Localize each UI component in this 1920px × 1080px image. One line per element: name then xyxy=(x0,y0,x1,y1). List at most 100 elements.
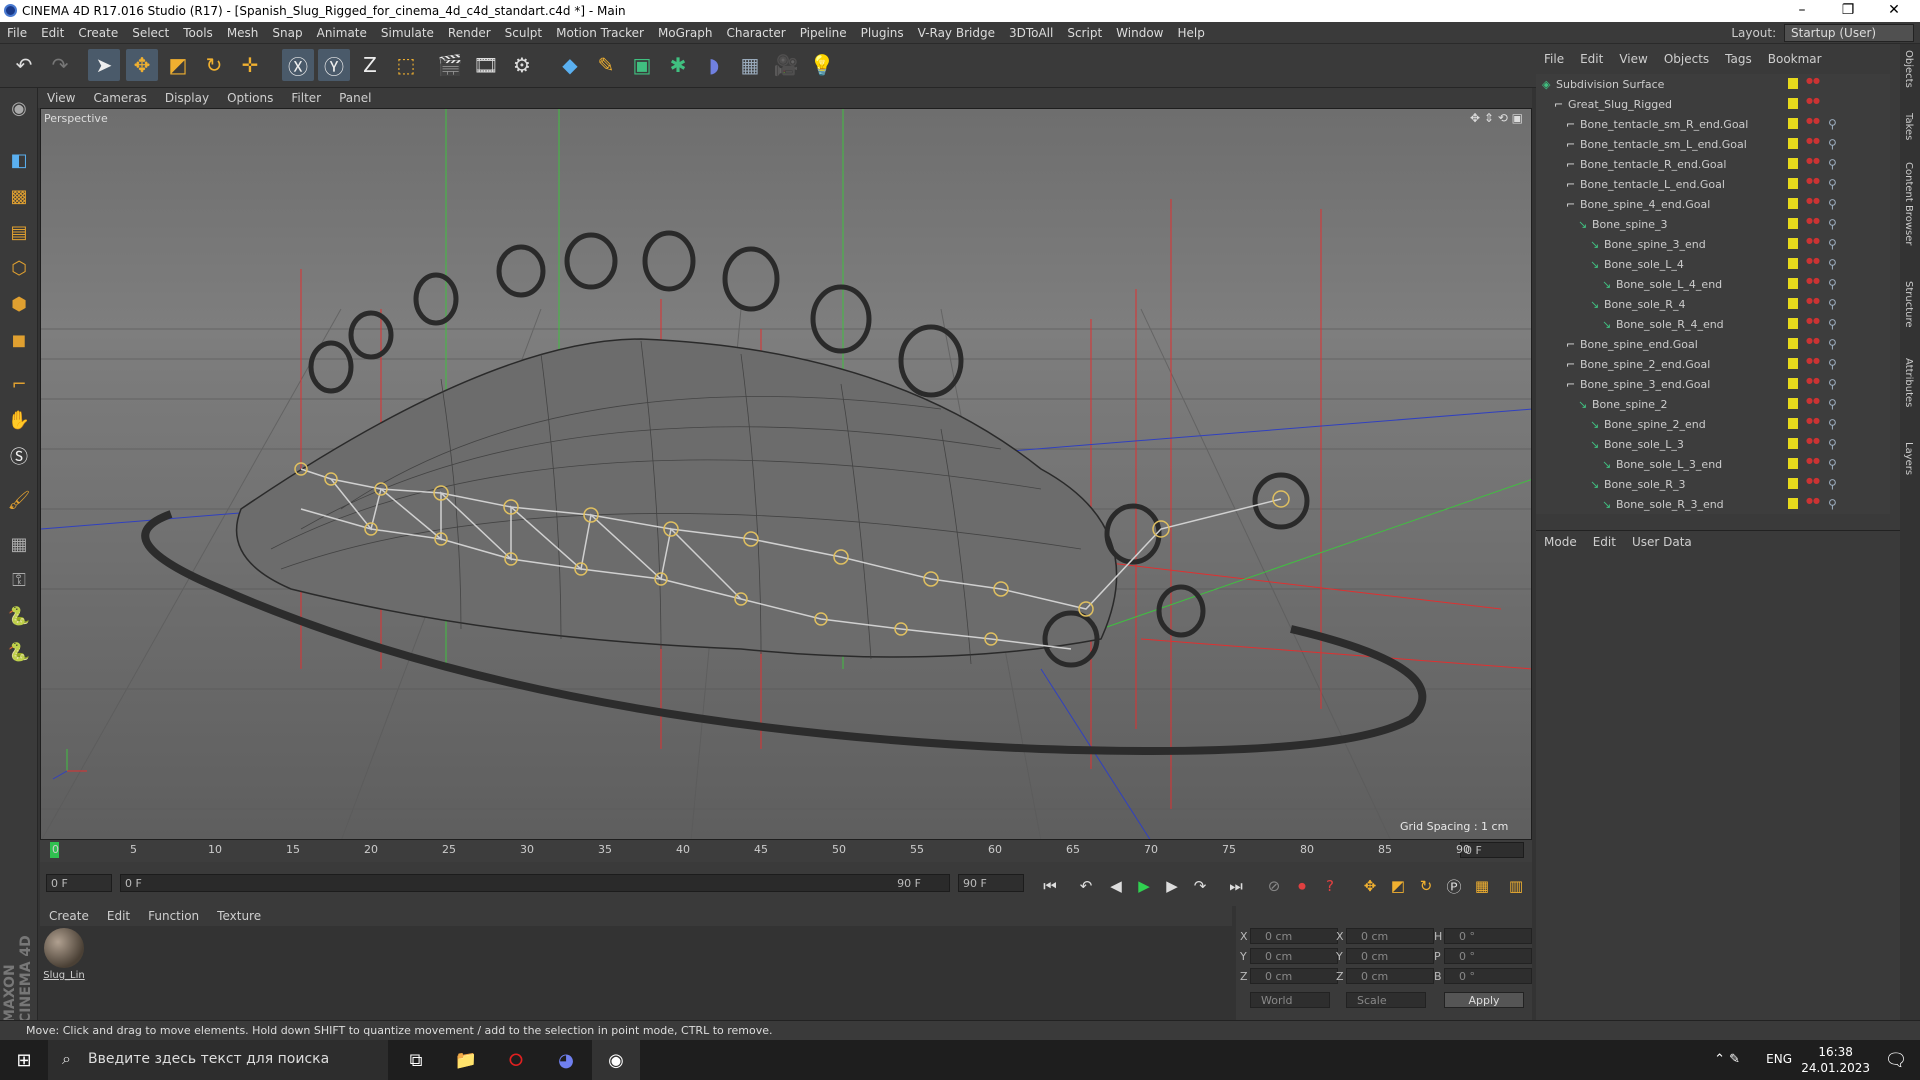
next-key-icon[interactable]: ↷ xyxy=(1188,874,1212,898)
render-settings-icon[interactable]: ⚙ xyxy=(506,49,538,81)
ik-tag-icon[interactable]: ⚲ xyxy=(1828,217,1837,231)
move-tool-icon[interactable]: ✥ xyxy=(126,49,158,81)
ik-tag-icon[interactable]: ⚲ xyxy=(1828,397,1837,411)
object-row[interactable]: ↘ Bone_sole_L_3_end ●● ⚲ xyxy=(1536,454,1890,474)
opera-icon[interactable]: ⭘ xyxy=(492,1040,540,1080)
previous-key-icon[interactable]: ↶ xyxy=(1074,874,1098,898)
object-row[interactable]: ↘ Bone_sole_L_4 ●● ⚲ xyxy=(1536,254,1890,274)
object-row[interactable]: ↘ Bone_sole_R_4 ●● ⚲ xyxy=(1536,294,1890,314)
visibility-dots-icon[interactable]: ●● xyxy=(1806,437,1820,451)
object-row[interactable]: ⌐ Bone_tentacle_L_end.Goal ●● ⚲ xyxy=(1536,174,1890,194)
object-row[interactable]: ↘ Bone_sole_L_3 ●● ⚲ xyxy=(1536,434,1890,454)
ik-tag-icon[interactable]: ⚲ xyxy=(1828,257,1837,271)
layer-color-swatch[interactable] xyxy=(1788,118,1798,129)
redo-icon[interactable]: ↷ xyxy=(44,49,76,81)
render-picture-viewer-icon[interactable]: 🎞 xyxy=(470,49,502,81)
attribute-menu-mode[interactable]: Mode xyxy=(1536,531,1585,549)
sculpt-brush-icon[interactable]: 🖌 xyxy=(3,484,35,516)
object-row[interactable]: ↘ Bone_sole_R_3_end ●● ⚲ xyxy=(1536,494,1890,514)
viewport-menu-display[interactable]: Display xyxy=(156,88,218,105)
viewport-menu-cameras[interactable]: Cameras xyxy=(84,88,155,105)
object-row[interactable]: ↘ Bone_spine_2 ●● ⚲ xyxy=(1536,394,1890,414)
layer-color-swatch[interactable] xyxy=(1788,78,1798,89)
object-row[interactable]: ⌐ Bone_spine_end.Goal ●● ⚲ xyxy=(1536,334,1890,354)
rot-h-field[interactable]: 0 ° xyxy=(1444,928,1532,944)
layout-selector[interactable]: Layout: Startup (User) xyxy=(1731,24,1914,42)
visibility-dots-icon[interactable]: ●● xyxy=(1806,457,1820,471)
visibility-dots-icon[interactable]: ●● xyxy=(1806,257,1820,271)
key-position-icon[interactable]: ✥ xyxy=(1358,874,1382,898)
menu-edit[interactable]: Edit xyxy=(34,22,71,40)
menu-window[interactable]: Window xyxy=(1109,22,1170,40)
go-to-start-icon[interactable]: ⏮ xyxy=(1038,874,1062,898)
ik-tag-icon[interactable]: ⚲ xyxy=(1828,137,1837,151)
menu-sculpt[interactable]: Sculpt xyxy=(498,22,549,40)
layer-color-swatch[interactable] xyxy=(1788,238,1798,249)
visibility-dots-icon[interactable]: ●● xyxy=(1806,477,1820,491)
object-menu-bookmar[interactable]: Bookmar xyxy=(1760,48,1830,66)
ik-tag-icon[interactable]: ⚲ xyxy=(1828,277,1837,291)
layer-color-swatch[interactable] xyxy=(1788,478,1798,489)
tweak-mode-icon[interactable]: ✋ xyxy=(3,404,35,436)
object-row[interactable]: ⌐ Bone_tentacle_sm_L_end.Goal ●● ⚲ xyxy=(1536,134,1890,154)
visibility-dots-icon[interactable]: ●● xyxy=(1806,77,1820,91)
object-row[interactable]: ↘ Bone_sole_R_3 ●● ⚲ xyxy=(1536,474,1890,494)
attribute-menu-edit[interactable]: Edit xyxy=(1585,531,1624,549)
visibility-dots-icon[interactable]: ●● xyxy=(1806,297,1820,311)
transform-tool-icon[interactable]: ✛ xyxy=(234,49,266,81)
language-indicator[interactable]: ENG xyxy=(1766,1052,1792,1066)
ik-tag-icon[interactable]: ⚲ xyxy=(1828,437,1837,451)
layer-color-swatch[interactable] xyxy=(1788,298,1798,309)
layer-color-swatch[interactable] xyxy=(1788,218,1798,229)
taskbar-search[interactable]: ⌕ Введите здесь текст для поиска xyxy=(48,1040,388,1080)
visibility-dots-icon[interactable]: ●● xyxy=(1806,177,1820,191)
object-menu-file[interactable]: File xyxy=(1536,48,1572,66)
viewport-menu-options[interactable]: Options xyxy=(218,88,282,105)
polygons-mode-icon[interactable]: ◼ xyxy=(3,324,35,356)
tray-icons[interactable]: ⌃ ✎ xyxy=(1714,1052,1740,1067)
visibility-dots-icon[interactable]: ●● xyxy=(1806,217,1820,231)
menu-snap[interactable]: Snap xyxy=(265,22,309,40)
edges-mode-icon[interactable]: ⬢ xyxy=(3,288,35,320)
object-row[interactable]: ↘ Bone_spine_3_end ●● ⚲ xyxy=(1536,234,1890,254)
ik-tag-icon[interactable]: ⚲ xyxy=(1828,377,1837,391)
side-tab-content-browser[interactable]: Content Browser xyxy=(1903,162,1914,245)
size-mode-dropdown[interactable]: Scale xyxy=(1346,992,1426,1008)
current-frame-field[interactable]: 0 F xyxy=(46,874,112,892)
menu-3dtoall[interactable]: 3DToAll xyxy=(1002,22,1060,40)
material-menu-create[interactable]: Create xyxy=(40,906,98,923)
ik-tag-icon[interactable]: ⚲ xyxy=(1828,317,1837,331)
material-item[interactable]: Slug_Lin xyxy=(42,928,86,984)
layer-color-swatch[interactable] xyxy=(1788,418,1798,429)
menu-tools[interactable]: Tools xyxy=(176,22,220,40)
visibility-dots-icon[interactable]: ●● xyxy=(1806,137,1820,151)
size-x-field[interactable]: 0 cm xyxy=(1346,928,1434,944)
y-axis-icon[interactable]: Ⓨ xyxy=(318,49,350,81)
layer-color-swatch[interactable] xyxy=(1788,258,1798,269)
menu-animate[interactable]: Animate xyxy=(310,22,374,40)
key-pla-icon[interactable]: ▦ xyxy=(1470,874,1494,898)
previous-frame-icon[interactable]: ◀ xyxy=(1104,874,1128,898)
layer-color-swatch[interactable] xyxy=(1788,458,1798,469)
menu-mesh[interactable]: Mesh xyxy=(220,22,266,40)
material-menu-function[interactable]: Function xyxy=(139,906,208,923)
undo-icon[interactable]: ↶ xyxy=(8,49,40,81)
cinema4d-taskbar-icon[interactable]: ◉ xyxy=(592,1040,640,1080)
layer-color-swatch[interactable] xyxy=(1788,198,1798,209)
object-row[interactable]: ↘ Bone_sole_R_4_end ●● ⚲ xyxy=(1536,314,1890,334)
go-to-end-icon[interactable]: ⏭ xyxy=(1224,874,1248,898)
select-tool-icon[interactable]: ➤ xyxy=(88,49,120,81)
axis-mode-icon[interactable]: ⌐ xyxy=(3,368,35,400)
size-z-field[interactable]: 0 cm xyxy=(1346,968,1434,984)
menu-simulate[interactable]: Simulate xyxy=(374,22,441,40)
ik-tag-icon[interactable]: ⚲ xyxy=(1828,237,1837,251)
ik-tag-icon[interactable]: ⚲ xyxy=(1828,357,1837,371)
end-frame-field[interactable]: 90 F xyxy=(958,874,1024,892)
visibility-dots-icon[interactable]: ●● xyxy=(1806,397,1820,411)
model-mode-icon[interactable]: ◧ xyxy=(3,144,35,176)
keyframe-selection-icon[interactable]: ? xyxy=(1318,874,1342,898)
file-explorer-icon[interactable]: 📁 xyxy=(442,1040,490,1080)
object-row[interactable]: ⌐ Great_Slug_Rigged ●● xyxy=(1536,94,1890,114)
object-menu-edit[interactable]: Edit xyxy=(1572,48,1611,66)
z-axis-icon[interactable]: Z xyxy=(354,49,386,81)
